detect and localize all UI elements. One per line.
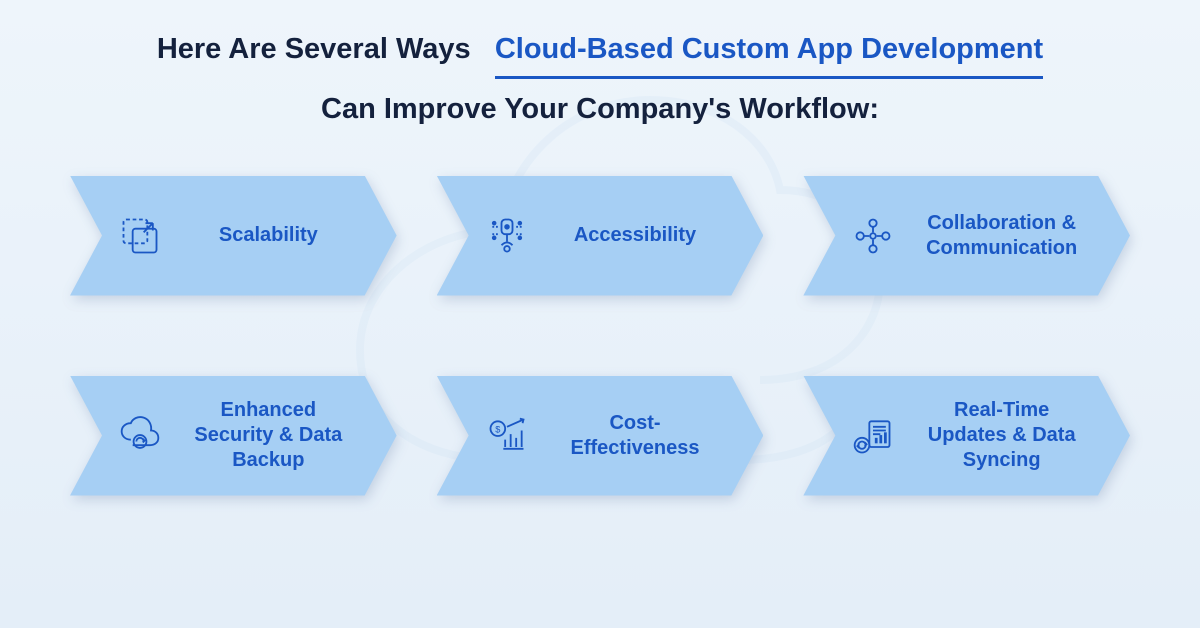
sync-icon [851, 414, 895, 458]
card-label: Scalability [180, 223, 357, 248]
heading-part1: Here Are Several Ways [157, 33, 471, 65]
heading-highlight: Cloud-Based Custom App Development [495, 28, 1043, 79]
heading-part2: Can Improve Your Company's Workflow: [60, 93, 1140, 126]
page-heading: Here Are Several Ways Cloud-Based Custom… [60, 28, 1140, 126]
card-accessibility: Accessibility [437, 176, 764, 296]
cards-grid: Scalability [60, 176, 1140, 496]
card-label: Collaboration & Communication [913, 211, 1090, 261]
scale-icon [118, 214, 162, 258]
card-label: Real-Time Updates & Data Syncing [913, 398, 1090, 473]
accessibility-icon [485, 214, 529, 258]
cost-icon: $ [485, 414, 529, 458]
card-security-backup: Enhanced Security & Data Backup [70, 376, 397, 496]
security-backup-icon [118, 414, 162, 458]
card-cost: $ Cost-Effectiveness [437, 376, 764, 496]
card-label: Accessibility [547, 223, 724, 248]
card-sync: Real-Time Updates & Data Syncing [803, 376, 1130, 496]
card-label: Cost-Effectiveness [547, 411, 724, 461]
collaboration-icon [851, 214, 895, 258]
svg-text:$: $ [495, 424, 500, 434]
card-collaboration: Collaboration & Communication [803, 176, 1130, 296]
card-label: Enhanced Security & Data Backup [180, 398, 357, 473]
card-scalability: Scalability [70, 176, 397, 296]
